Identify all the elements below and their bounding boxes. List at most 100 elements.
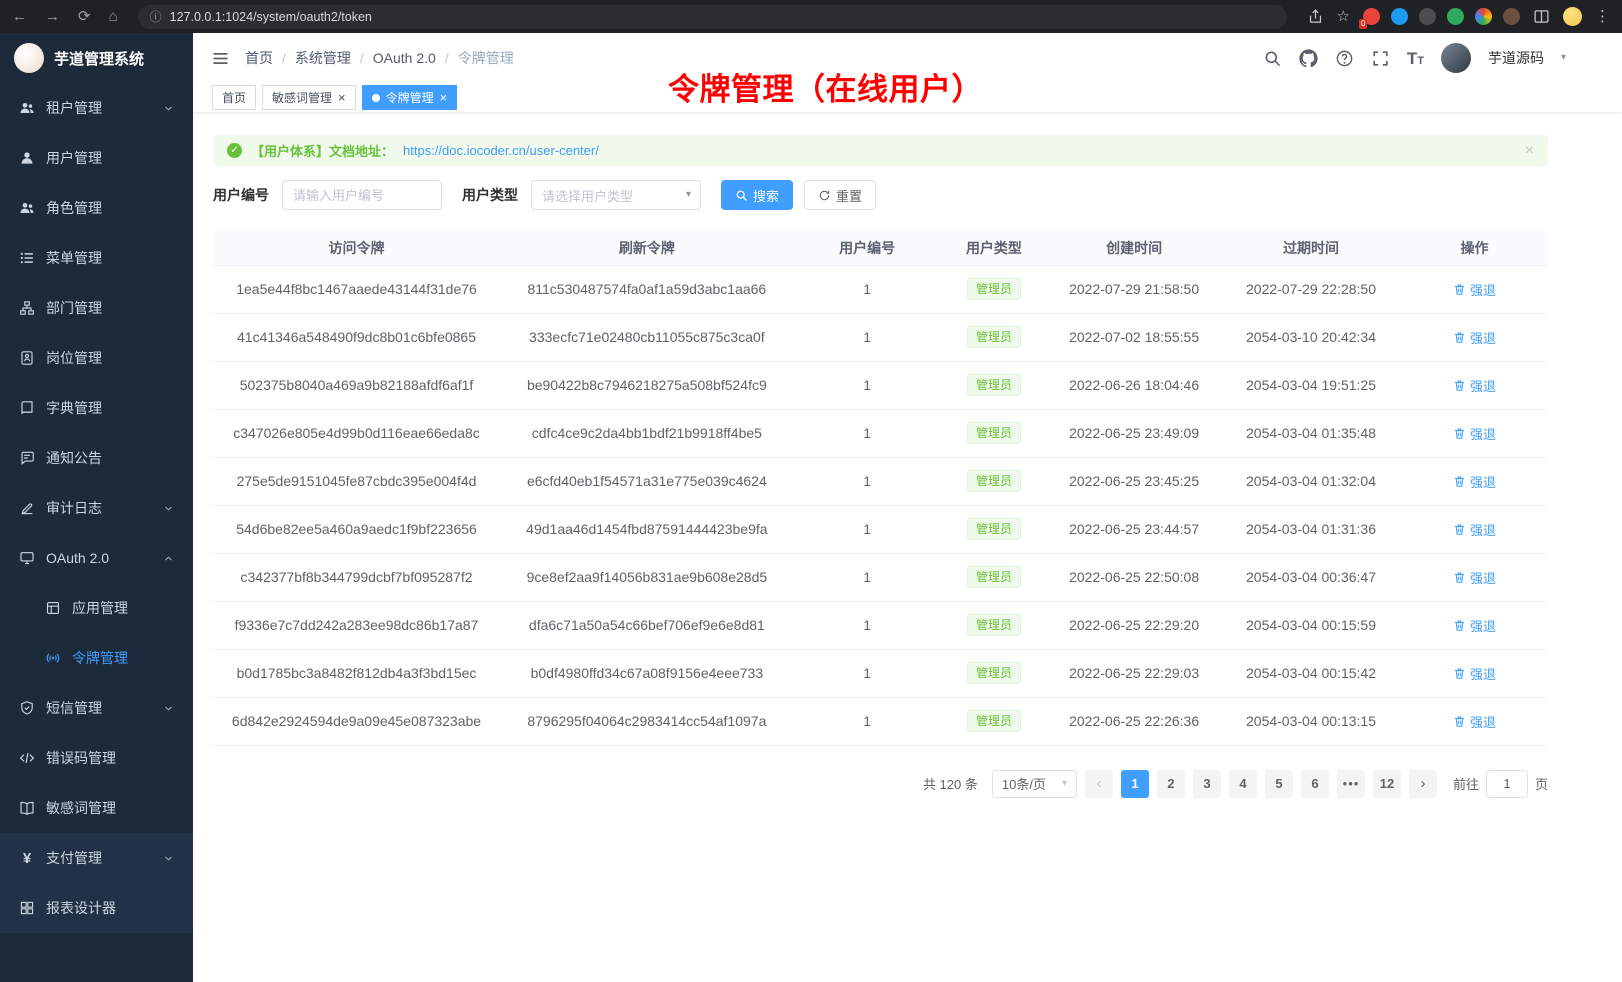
sidebar-item-errcode[interactable]: 错误码管理 — [0, 733, 193, 783]
sidebar-item-label: 通知公告 — [46, 448, 102, 468]
extension-dark-icon[interactable] — [1419, 8, 1436, 25]
delete-icon — [1453, 523, 1466, 536]
close-tab-icon[interactable]: × — [338, 91, 346, 104]
chevron-down-icon[interactable]: ▾ — [1561, 53, 1566, 63]
split-view-icon[interactable] — [1533, 8, 1550, 25]
github-icon[interactable] — [1299, 49, 1318, 68]
pagination-page-6[interactable]: 6 — [1301, 770, 1329, 798]
user-type-tag: 管理员 — [967, 710, 1021, 732]
pagination-page-1[interactable]: 1 — [1121, 770, 1149, 798]
pagination-page-12[interactable]: 12 — [1373, 770, 1401, 798]
back-button[interactable]: ← — [12, 9, 27, 24]
site-info-icon[interactable]: ⓘ — [150, 8, 162, 25]
search-icon[interactable] — [1263, 49, 1282, 68]
user-type-select[interactable]: 请选择用户类型 ▾ — [531, 180, 701, 210]
pagination-page-2[interactable]: 2 — [1157, 770, 1185, 798]
tab-token[interactable]: 令牌管理× — [362, 85, 458, 110]
alert-close-icon[interactable]: × — [1525, 143, 1534, 159]
sidebar-item-audit[interactable]: 审计日志 — [0, 483, 193, 533]
bookmark-star-icon[interactable]: ☆ — [1337, 9, 1350, 24]
extension-rainbow-icon[interactable] — [1475, 8, 1492, 25]
sidebar-subitem-app[interactable]: 应用管理 — [0, 583, 193, 633]
breadcrumb-item[interactable]: 首页 — [245, 48, 273, 68]
sidebar-subitem-token[interactable]: 令牌管理 — [0, 633, 193, 683]
header-tool-icons: TT — [1263, 49, 1424, 68]
sidebar-item-notice[interactable]: 通知公告 — [0, 433, 193, 483]
delete-icon — [1453, 331, 1466, 344]
force-logout-label: 强退 — [1470, 664, 1496, 683]
sidebar-item-dept[interactable]: 部门管理 — [0, 283, 193, 333]
extension-green-icon[interactable] — [1447, 8, 1464, 25]
doc-link[interactable]: https://doc.iocoder.cn/user-center/ — [403, 143, 599, 158]
username[interactable]: 芋道源码 — [1488, 48, 1544, 68]
sidebar-item-oauth[interactable]: OAuth 2.0 — [0, 533, 193, 583]
table-body: 1ea5e44f8bc1467aaede43144f31de76811c5304… — [213, 265, 1548, 745]
force-logout-button[interactable]: 强退 — [1453, 328, 1496, 347]
force-logout-button[interactable]: 强退 — [1453, 568, 1496, 587]
font-size-icon[interactable]: TT — [1407, 50, 1424, 67]
pagination-page-3[interactable]: 3 — [1193, 770, 1221, 798]
force-logout-button[interactable]: 强退 — [1453, 664, 1496, 683]
browser-profile-avatar[interactable] — [1563, 7, 1582, 26]
sidebar-item-role[interactable]: 角色管理 — [0, 183, 193, 233]
force-logout-button[interactable]: 强退 — [1453, 472, 1496, 491]
sidebar-item-sms[interactable]: 短信管理 — [0, 683, 193, 733]
cell-create-time: 2022-07-02 18:55:55 — [1047, 313, 1221, 361]
sidebar-item-menu[interactable]: 菜单管理 — [0, 233, 193, 283]
prev-page-button[interactable]: ‹ — [1085, 770, 1113, 798]
extension-red-icon[interactable]: 0 — [1363, 8, 1380, 25]
close-tab-icon[interactable]: × — [440, 91, 448, 104]
sidebar-item-user[interactable]: 用户管理 — [0, 133, 193, 183]
sidebar-item-label: 部门管理 — [46, 298, 102, 318]
next-page-button[interactable]: › — [1409, 770, 1437, 798]
goto-page-input[interactable] — [1486, 770, 1528, 798]
breadcrumb-item[interactable]: OAuth 2.0 — [373, 50, 436, 66]
filter-bar: 用户编号 用户类型 请选择用户类型 ▾ 搜索 重置 — [213, 180, 1548, 210]
cell-user-id: 1 — [794, 553, 941, 601]
page-size-select[interactable]: 10条/页 ▾ — [992, 770, 1077, 798]
force-logout-button[interactable]: 强退 — [1453, 424, 1496, 443]
home-button[interactable]: ⌂ — [109, 9, 118, 24]
sidebar-item-label: 用户管理 — [46, 148, 102, 168]
force-logout-button[interactable]: 强退 — [1453, 712, 1496, 731]
sidebar-item-label: 报表设计器 — [46, 898, 116, 918]
pagination-page-5[interactable]: 5 — [1265, 770, 1293, 798]
sidebar-item-report[interactable]: 报表设计器 — [0, 883, 193, 933]
broadcast-icon — [45, 650, 61, 666]
cell-create-time: 2022-06-25 22:50:08 — [1047, 553, 1221, 601]
force-logout-button[interactable]: 强退 — [1453, 520, 1496, 539]
cell-user-id: 1 — [794, 265, 941, 313]
fullscreen-icon[interactable] — [1371, 49, 1390, 68]
app-logo[interactable]: 芋道管理系统 — [0, 33, 193, 83]
search-button[interactable]: 搜索 — [721, 180, 793, 210]
collapse-sidebar-icon[interactable] — [211, 49, 230, 68]
sidebar-item-label: 岗位管理 — [46, 348, 102, 368]
pagination-more[interactable]: ••• — [1337, 770, 1365, 798]
pagination-page-4[interactable]: 4 — [1229, 770, 1257, 798]
tab-home[interactable]: 首页 — [212, 85, 256, 110]
user-id-input[interactable] — [282, 180, 442, 210]
extension-blue-icon[interactable] — [1391, 8, 1408, 25]
browser-menu-icon[interactable]: ⋮ — [1595, 9, 1610, 24]
sidebar-item-tenant[interactable]: 租户管理 — [0, 83, 193, 133]
force-logout-button[interactable]: 强退 — [1453, 280, 1496, 299]
sidebar-item-pay[interactable]: ¥支付管理 — [0, 833, 193, 883]
sidebar-item-dict[interactable]: 字典管理 — [0, 383, 193, 433]
help-icon[interactable] — [1335, 49, 1354, 68]
breadcrumb-item[interactable]: 系统管理 — [295, 48, 351, 68]
force-logout-button[interactable]: 强退 — [1453, 376, 1496, 395]
share-icon[interactable] — [1307, 8, 1324, 25]
forward-button[interactable]: → — [45, 9, 60, 24]
cell-access-token: 502375b8040a469a9b82188afdf6af1f — [213, 361, 500, 409]
user-avatar[interactable] — [1441, 43, 1471, 73]
force-logout-label: 强退 — [1470, 280, 1496, 299]
sidebar-item-post[interactable]: 岗位管理 — [0, 333, 193, 383]
tab-sensitive[interactable]: 敏感词管理× — [262, 85, 356, 110]
extension-brown-icon[interactable] — [1503, 8, 1520, 25]
force-logout-button[interactable]: 强退 — [1453, 616, 1496, 635]
url-bar[interactable]: ⓘ 127.0.0.1:1024/system/oauth2/token — [138, 5, 1287, 29]
reload-button[interactable]: ⟳ — [78, 9, 91, 24]
reset-button[interactable]: 重置 — [804, 180, 876, 210]
sidebar-item-sensitive[interactable]: 敏感词管理 — [0, 783, 193, 833]
grid-icon — [19, 900, 35, 916]
